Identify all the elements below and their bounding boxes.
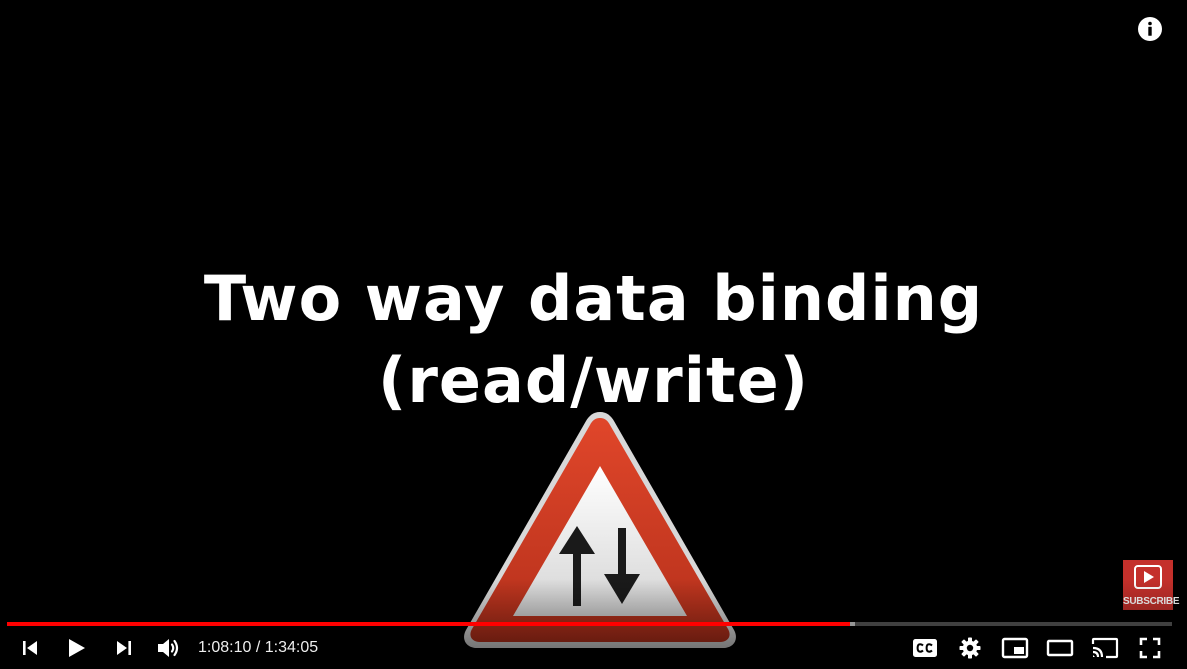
video-slide-title: Two way data binding (read/write) [0, 258, 1187, 422]
previous-icon [23, 641, 37, 655]
mute-button[interactable] [152, 632, 186, 664]
next-icon [117, 641, 131, 655]
title-line-1: Two way data binding [203, 262, 984, 335]
previous-button[interactable] [14, 632, 46, 664]
fullscreen-button[interactable] [1133, 632, 1167, 664]
time-display: 1:08:10 / 1:34:05 [198, 636, 318, 660]
settings-button[interactable] [953, 632, 987, 664]
subscribe-watermark-button[interactable]: SUBSCRIBE [1123, 560, 1180, 610]
info-icon[interactable] [1137, 16, 1163, 42]
closed-captions-icon [913, 639, 937, 657]
play-button[interactable] [58, 632, 94, 664]
volume-icon [158, 639, 179, 657]
miniplayer-icon [1001, 637, 1029, 659]
two-way-traffic-sign-image [464, 412, 736, 648]
settings-gear-icon [959, 637, 981, 659]
miniplayer-button[interactable] [998, 632, 1032, 664]
cast-button[interactable] [1088, 632, 1122, 664]
current-time: 1:08:10 [198, 639, 252, 656]
subtitles-button[interactable] [908, 632, 942, 664]
fullscreen-icon [1139, 637, 1161, 659]
cast-icon [1091, 637, 1119, 659]
subscribe-label: SUBSCRIBE [1123, 596, 1180, 607]
progress-bar[interactable] [7, 622, 1172, 626]
time-separator: / [251, 639, 265, 656]
video-player[interactable]: Two way data binding (read/write) SUBSCR… [0, 0, 1187, 669]
theater-mode-icon [1046, 639, 1074, 657]
youtube-play-icon [1134, 565, 1162, 589]
next-button[interactable] [108, 632, 140, 664]
duration: 1:34:05 [264, 639, 319, 656]
progress-played [7, 622, 851, 626]
play-icon [69, 639, 85, 657]
theater-mode-button[interactable] [1042, 632, 1078, 664]
